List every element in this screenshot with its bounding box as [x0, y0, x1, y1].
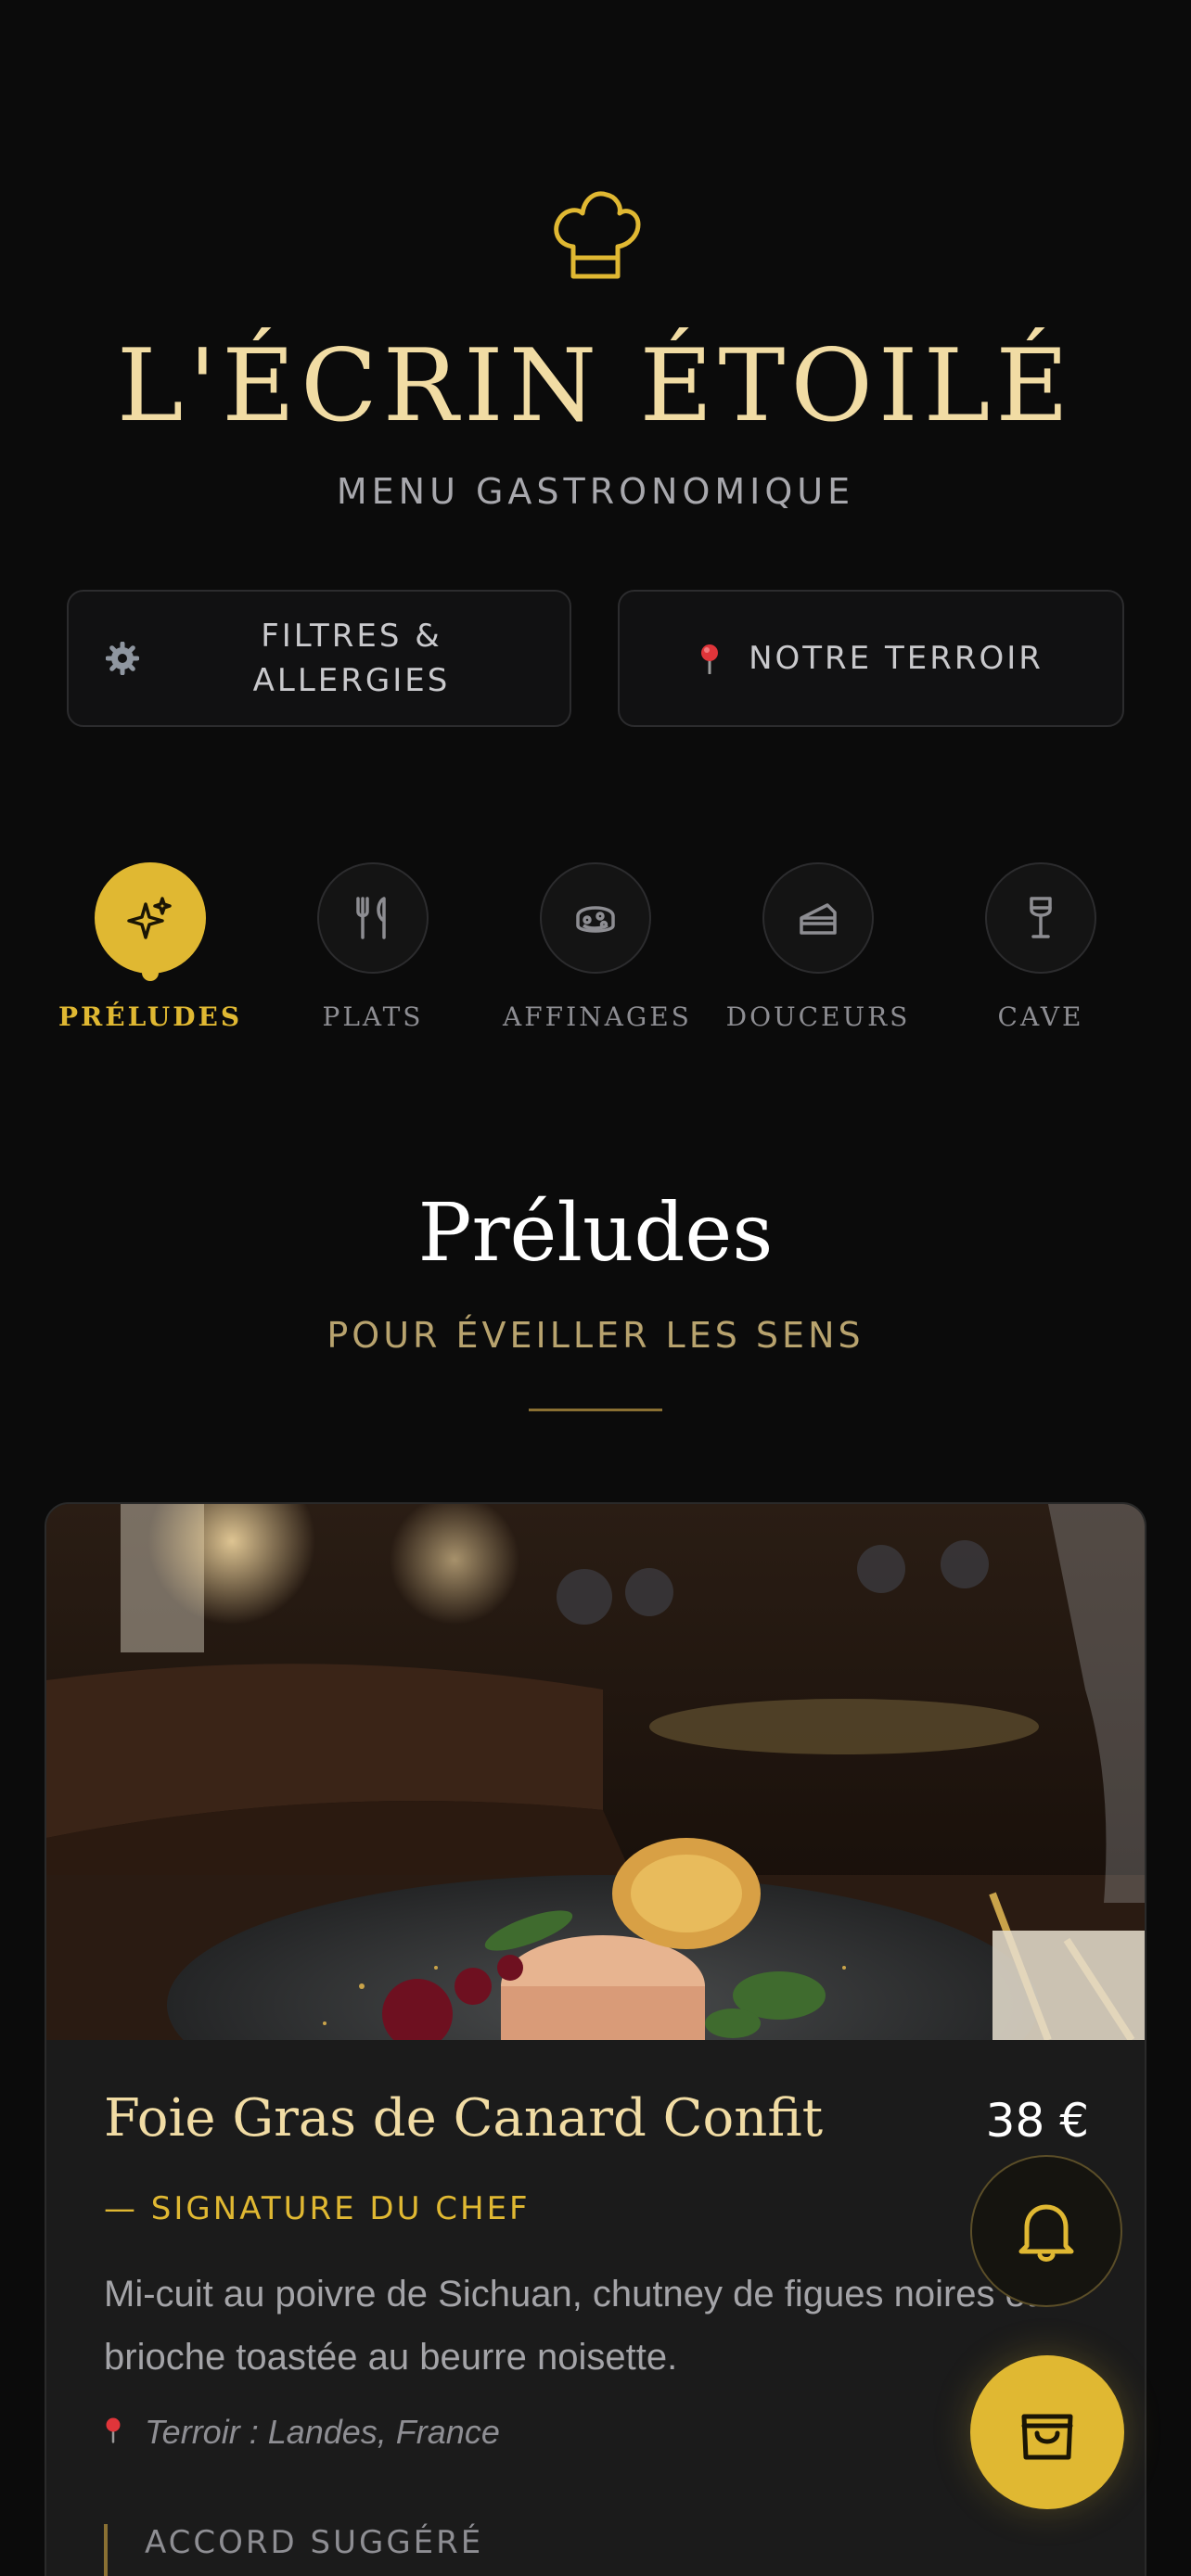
restaurant-title: L'ÉCRIN ÉTOILÉ: [116, 328, 1075, 444]
category-label: AFFINAGES: [503, 1001, 692, 1032]
category-label: DOUCEURS: [725, 1001, 911, 1032]
cheese-icon: [576, 906, 615, 933]
section-title: Préludes: [417, 1187, 774, 1280]
category-tab-douceurs[interactable]: DOUCEURS: [725, 862, 911, 1032]
pin-icon: [701, 644, 719, 674]
notifications-button[interactable]: [970, 2155, 1122, 2307]
cake-icon: [800, 903, 837, 935]
section-subtitle: POUR ÉVEILLER LES SENS: [327, 1315, 864, 1356]
filters-label: FILTRES & ALLERGIES: [252, 618, 451, 699]
category-label: CAVE: [997, 1001, 1084, 1032]
chef-hat-icon: [554, 191, 641, 279]
notre-terroir-button[interactable]: NOTRE TERROIR: [618, 590, 1124, 727]
wine-glass-icon: [1030, 897, 1052, 938]
dish-badge: — SIGNATURE DU CHEF: [104, 2190, 531, 2227]
dish-photo: [46, 1504, 1145, 2040]
terroir-label: NOTRE TERROIR: [749, 640, 1044, 677]
origin-text: Terroir : Landes, France: [145, 2413, 500, 2451]
category-tab-affinages[interactable]: AFFINAGES: [503, 862, 692, 1032]
cart-button[interactable]: [970, 2355, 1124, 2509]
shopping-bag-icon: [1021, 2414, 1073, 2460]
pairing-label: ACCORD SUGGÉRÉ: [145, 2524, 484, 2561]
menu-subtitle: MENU GASTRONOMIQUE: [336, 471, 855, 512]
dish-price: 38 €: [985, 2094, 1089, 2148]
section-divider: [529, 1409, 662, 1411]
fork-knife-icon: [356, 897, 386, 939]
dish-name: Foie Gras de Canard Confit: [104, 2088, 824, 2149]
pin-icon: [106, 2417, 121, 2443]
category-tab-plats[interactable]: PLATS: [280, 862, 466, 1032]
category-label: PRÉLUDES: [58, 1001, 243, 1032]
filters-allergies-button[interactable]: FILTRES & ALLERGIES: [67, 590, 571, 727]
category-tab-cave[interactable]: CAVE: [948, 862, 1133, 1032]
category-label: PLATS: [322, 1001, 424, 1032]
dish-origin: Terroir : Landes, France: [104, 2413, 500, 2452]
pairing-section: ACCORD SUGGÉRÉ: [104, 2524, 483, 2576]
dish-description: Mi-cuit au poivre de Sichuan, chutney de…: [104, 2274, 1037, 2378]
sparkles-icon: [127, 897, 172, 939]
bell-icon: [1018, 2204, 1074, 2262]
category-tab-preludes[interactable]: PRÉLUDES: [58, 862, 243, 1032]
gear-icon: [106, 642, 139, 675]
